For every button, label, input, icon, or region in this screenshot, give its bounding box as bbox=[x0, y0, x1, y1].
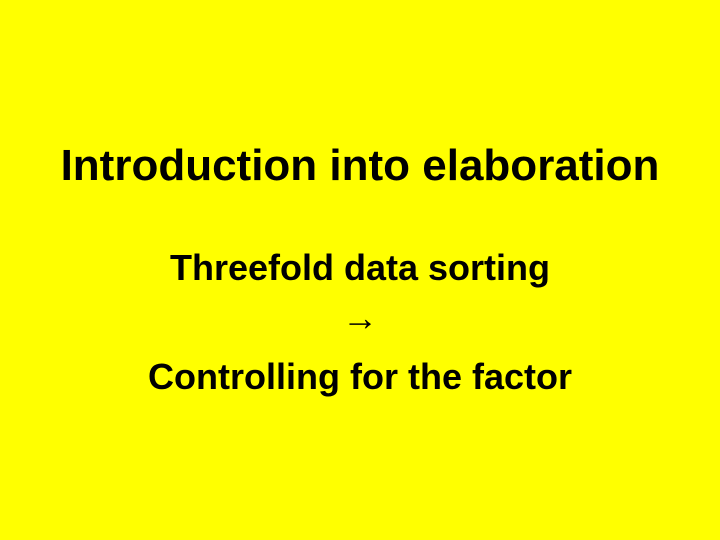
slide-subtitle: Threefold data sorting bbox=[40, 246, 680, 289]
slide-title: Introduction into elaboration bbox=[40, 142, 680, 190]
arrow-icon: → bbox=[40, 289, 680, 347]
slide-conclusion: Controlling for the factor bbox=[40, 355, 680, 398]
